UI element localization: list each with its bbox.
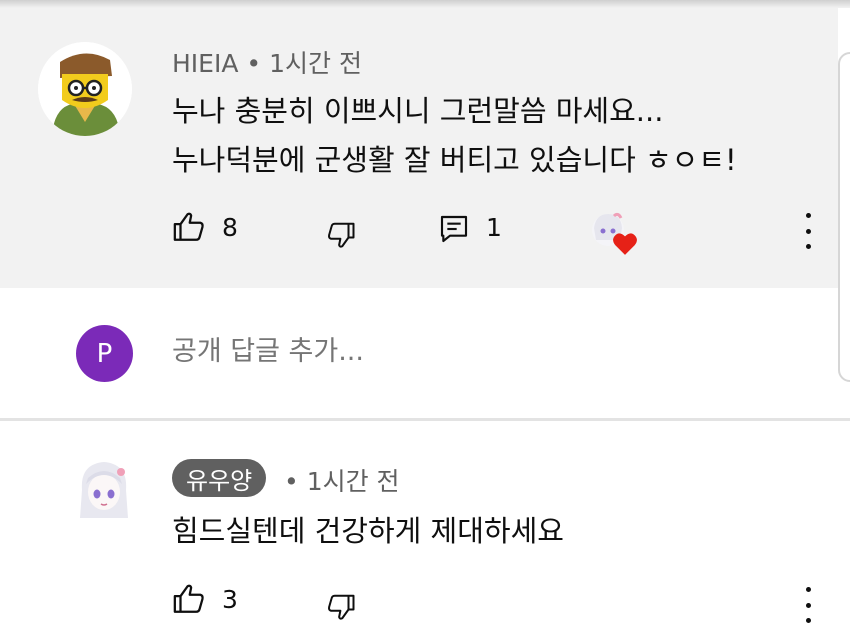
like-count-2: 3 — [222, 585, 238, 614]
more-vert-icon[interactable] — [796, 213, 820, 249]
scrollbar[interactable] — [838, 52, 850, 382]
comments-panel: HIEIA • 1시간 전 누나 충분히 이쁘시니 그런말씀 마세요... 누나… — [0, 0, 850, 627]
comment-time-2: • 1시간 전 — [284, 467, 400, 496]
avatar-hieia[interactable] — [38, 42, 132, 136]
author-badge[interactable]: 유우양 — [172, 459, 267, 497]
creator-heart — [588, 212, 638, 258]
thumbs-up-icon[interactable] — [172, 210, 206, 244]
like-count: 8 — [222, 213, 238, 242]
reply-comment-icon[interactable] — [438, 212, 470, 246]
thumbs-up-icon[interactable] — [172, 582, 206, 616]
reply-count: 1 — [486, 213, 502, 242]
user-avatar: P — [76, 325, 133, 382]
comment-text-line-1: 누나 충분히 이쁘시니 그런말씀 마세요... — [172, 94, 664, 128]
top-shadow — [0, 0, 850, 8]
comment-author[interactable]: HIEIA — [172, 49, 238, 78]
thumbs-down-icon[interactable] — [326, 590, 356, 624]
avatar-yuuyang[interactable] — [76, 460, 132, 520]
more-vert-icon[interactable] — [796, 587, 820, 623]
comment-time: • 1시간 전 — [246, 49, 362, 78]
comment-text-line-2: 누나덕분에 군생활 잘 버티고 있습니다 ㅎㅇㅌ! — [172, 143, 737, 177]
comment-header-1: HIEIA • 1시간 전 — [172, 44, 362, 80]
reply-input[interactable] — [172, 336, 572, 367]
thumbs-down-icon[interactable] — [326, 218, 356, 252]
anime-avatar-icon — [80, 462, 128, 518]
cartoon-avatar-icon — [38, 42, 132, 136]
comment-text-2: 힘드실텐데 건강하게 제대하세요 — [172, 514, 564, 548]
divider — [0, 418, 850, 421]
heart-icon — [613, 233, 637, 255]
